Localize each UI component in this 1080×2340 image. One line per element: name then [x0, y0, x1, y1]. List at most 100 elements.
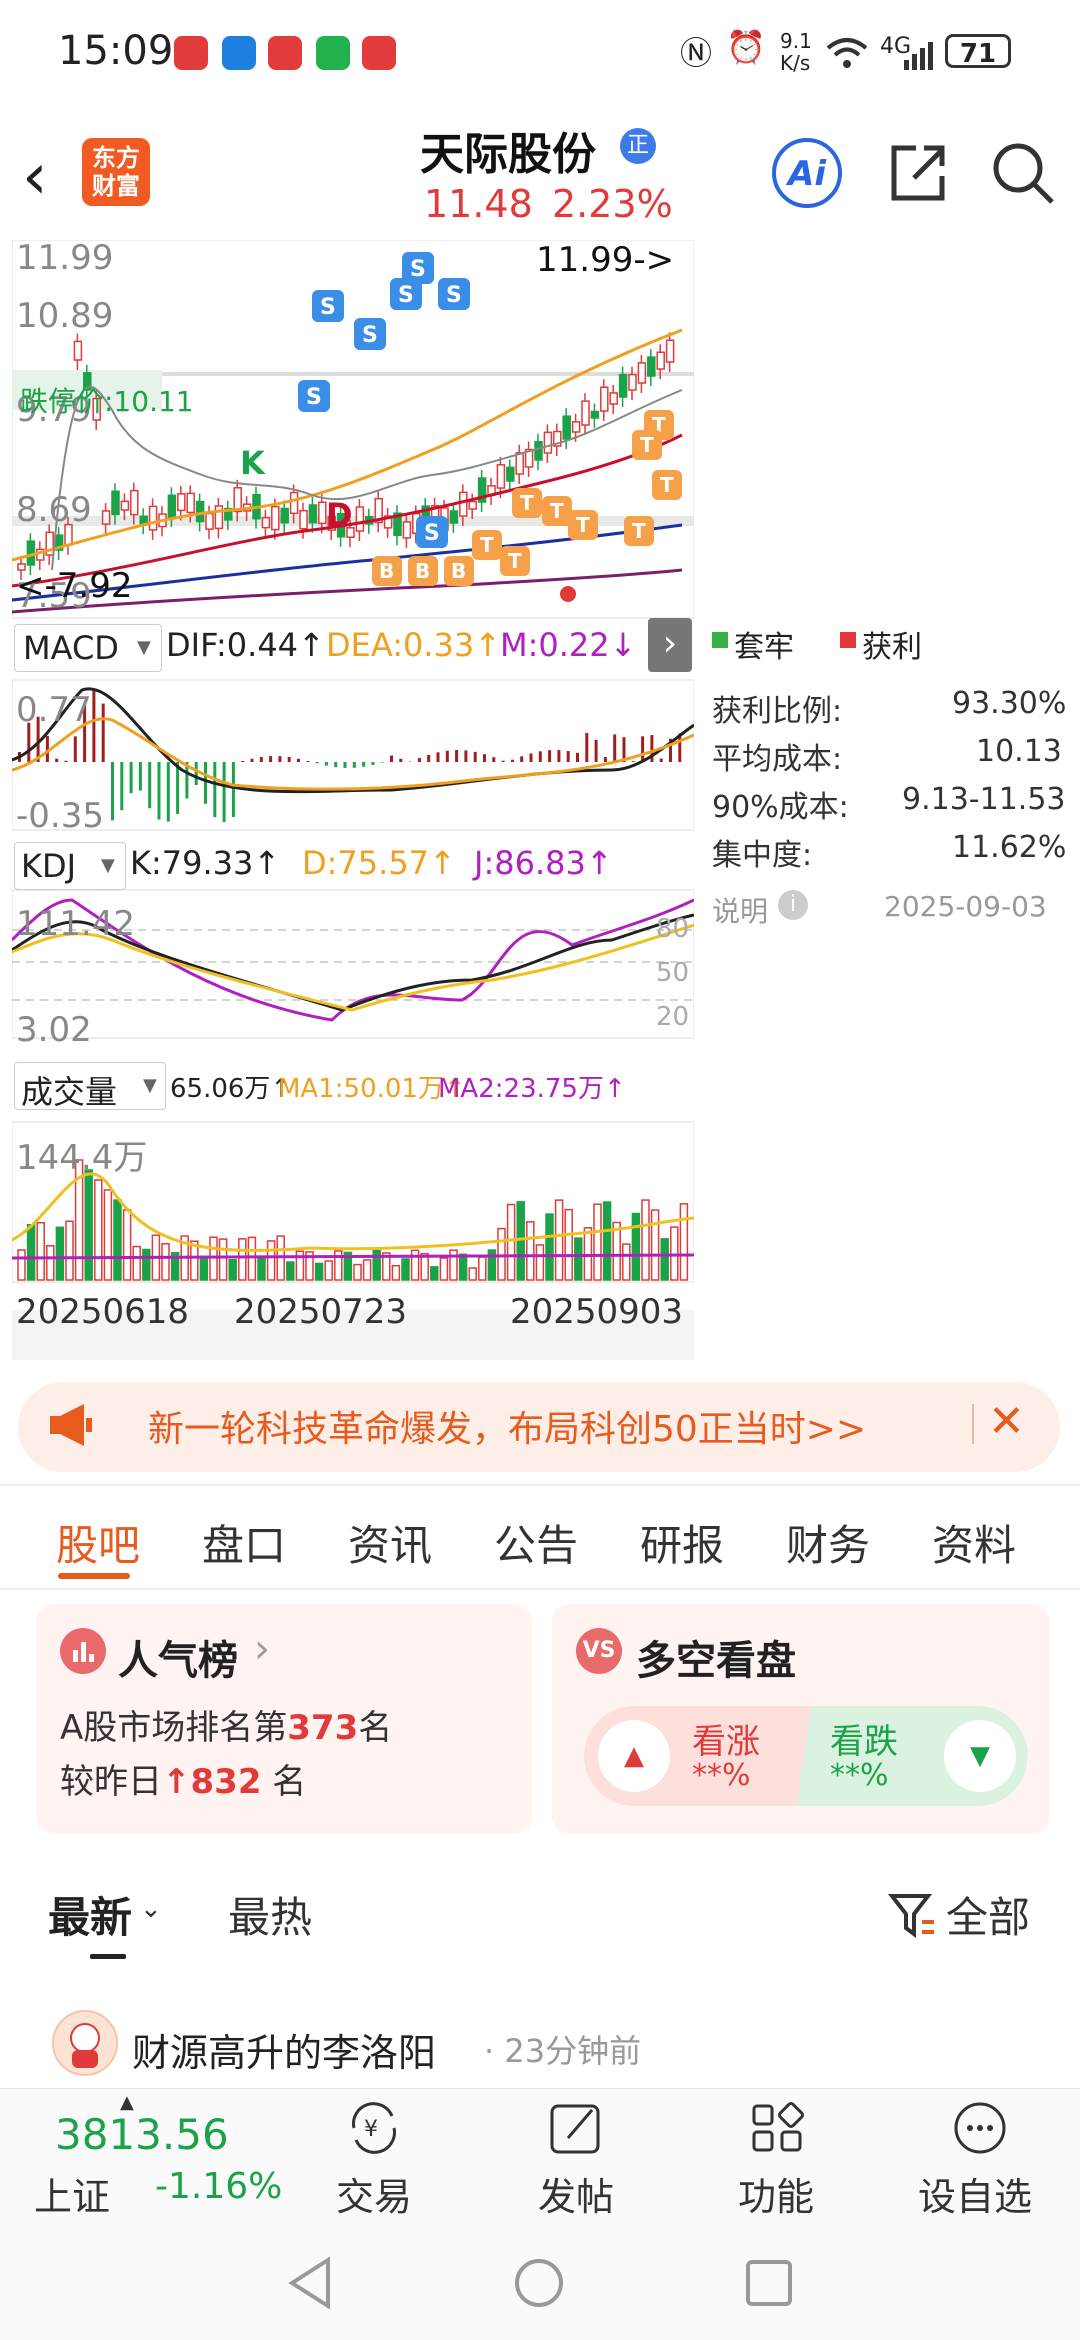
candle: [618, 373, 628, 398]
volume-selector[interactable]: 成交量 ▼: [14, 1062, 166, 1111]
t-marker-label: T: [632, 519, 646, 543]
stock-change: 2.23%: [552, 182, 673, 226]
filter-latest[interactable]: 最新: [48, 1884, 132, 1945]
chip-stat-label: 90%成本:: [712, 790, 849, 825]
macd-bar: [445, 750, 449, 762]
candle: [571, 421, 581, 433]
macd-bar: [641, 736, 645, 762]
macd-bar: [73, 736, 77, 762]
macd-bar: [362, 762, 366, 767]
chip-stat-value: 93.30%: [952, 686, 1067, 721]
macd-bar: [250, 758, 254, 762]
back-button[interactable]: ‹: [22, 140, 48, 214]
popularity-card[interactable]: 人气榜 › A股市场排名第373名 较昨日↑832 名: [36, 1604, 532, 1834]
kline-y-label: 10.89: [16, 296, 114, 336]
promo-text[interactable]: 新一轮科技革命爆发，布局科创50正当时>>: [148, 1400, 866, 1452]
recents-square-icon[interactable]: [744, 2258, 794, 2308]
post-username[interactable]: 财源高升的李洛阳: [132, 2022, 436, 2077]
macd-bar: [204, 762, 207, 804]
back-triangle-icon[interactable]: [286, 2256, 336, 2310]
vs-icon: VS: [576, 1628, 622, 1674]
more-circle-icon[interactable]: [950, 2098, 1010, 2158]
tab-announcement[interactable]: 公告: [494, 1512, 578, 1573]
indicator-next-button[interactable]: ›: [648, 618, 692, 672]
apps-grid-icon[interactable]: [748, 2098, 808, 2158]
trapped-legend: 套牢: [734, 630, 794, 665]
volume-bar: [94, 1179, 103, 1281]
search-icon[interactable]: [990, 140, 1056, 206]
tab-finance[interactable]: 财务: [786, 1512, 870, 1573]
svg-text:¥: ¥: [364, 2117, 378, 2142]
notification-app-icon: [362, 36, 396, 70]
macd-selector[interactable]: MACD ▼: [14, 624, 162, 672]
volume-bar: [430, 1266, 439, 1281]
volume-bar: [218, 1238, 228, 1281]
filter-hot[interactable]: 最热: [228, 1884, 312, 1945]
info-icon[interactable]: i: [778, 890, 808, 920]
nav-function[interactable]: 功能: [738, 2166, 814, 2221]
volume-bar: [228, 1259, 237, 1281]
macd-bar: [101, 703, 105, 762]
candle: [600, 386, 609, 412]
vote-up-button[interactable]: ▲ 看涨 **%: [584, 1706, 814, 1806]
filter-all[interactable]: 全部: [946, 1884, 1030, 1945]
tabs-border: [0, 1588, 1080, 1590]
volume-bar: [506, 1203, 516, 1281]
alarm-icon: ⏰: [726, 28, 766, 66]
tab-research[interactable]: 研报: [640, 1512, 724, 1573]
t-marker-label: T: [576, 513, 590, 537]
sell-marker-label: S: [398, 283, 414, 308]
chevron-down-icon[interactable]: ⌄: [140, 1894, 162, 1924]
vote-down-button[interactable]: 看跌 **% ▼: [814, 1706, 1028, 1806]
kdj-selector[interactable]: KDJ ▼: [14, 842, 126, 890]
tab-pankou[interactable]: 盘口: [202, 1512, 286, 1573]
popularity-title: 人气榜: [118, 1638, 238, 1684]
volume-bar: [679, 1203, 689, 1281]
macd-bar: [510, 759, 514, 762]
chip-note-label[interactable]: 说明: [712, 890, 768, 930]
vote-widget: ▲ 看涨 **% 看跌 **% ▼: [584, 1706, 1028, 1806]
sell-marker-label: S: [320, 295, 336, 320]
share-icon[interactable]: [884, 140, 950, 206]
tab-guba[interactable]: 股吧: [56, 1512, 140, 1573]
volume-bar: [497, 1227, 506, 1281]
index-value[interactable]: 3813.56: [55, 2110, 229, 2159]
macd-y-top: 0.77: [16, 690, 92, 730]
home-circle-icon[interactable]: [512, 2256, 566, 2310]
macd-bar: [352, 762, 356, 768]
volume-bar: [602, 1201, 612, 1281]
candle: [177, 493, 186, 512]
candle: [271, 505, 280, 531]
close-icon[interactable]: ✕: [988, 1396, 1025, 1447]
volume-bar: [535, 1244, 545, 1281]
volume-bar: [286, 1261, 295, 1281]
index-change[interactable]: -1.16%: [155, 2166, 282, 2207]
volume-bar: [526, 1221, 535, 1281]
chip-stat-label: 获利比例:: [712, 694, 843, 729]
dropdown-arrow-icon: ▼: [137, 637, 151, 658]
low-price-note: <-7.92: [16, 566, 133, 606]
dropdown-arrow-icon: ▼: [143, 1075, 157, 1096]
wifi-icon: [826, 38, 868, 68]
index-name[interactable]: 上证: [34, 2166, 110, 2221]
tab-news[interactable]: 资讯: [348, 1512, 432, 1573]
avatar[interactable]: [52, 2010, 118, 2076]
filter-icon[interactable]: [888, 1890, 938, 1940]
volume-ma2: MA2:23.75万↑: [438, 1074, 626, 1104]
volume-bar: [670, 1226, 679, 1281]
nav-post[interactable]: 发帖: [538, 2166, 614, 2221]
buy-marker-label: B: [415, 559, 430, 583]
ai-assistant-button[interactable]: Ai: [772, 138, 842, 208]
macd-bar: [659, 758, 663, 762]
chevron-right-icon: ›: [254, 1626, 270, 1672]
nav-trade[interactable]: 交易: [336, 2166, 412, 2221]
volume-bar: [650, 1209, 660, 1281]
macd-bar: [613, 734, 617, 762]
volume-bar: [516, 1201, 525, 1281]
compose-icon[interactable]: [546, 2098, 606, 2158]
nav-watchlist[interactable]: 设自选: [918, 2166, 1032, 2221]
macd-bar: [417, 758, 421, 762]
volume-bar: [468, 1267, 477, 1281]
trade-icon[interactable]: ¥: [344, 2098, 404, 2158]
tab-profile[interactable]: 资料: [932, 1512, 1016, 1573]
